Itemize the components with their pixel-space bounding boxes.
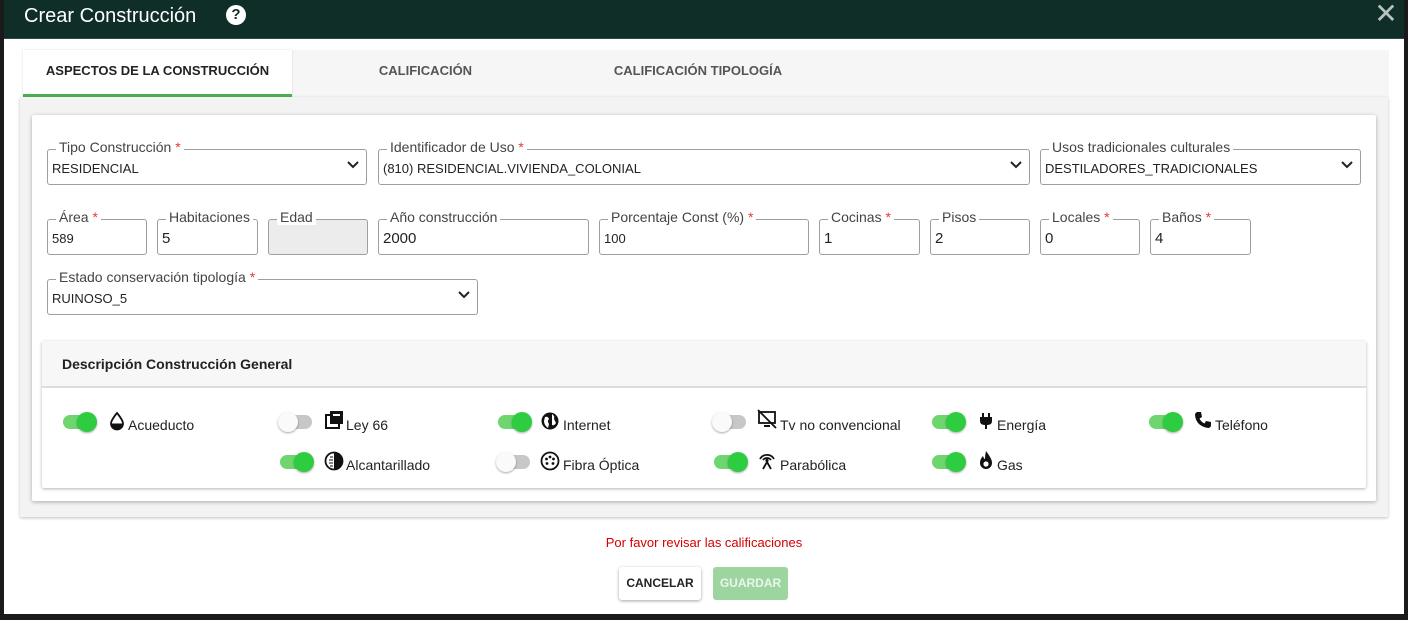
library-books-icon bbox=[325, 411, 343, 429]
habitaciones-value: 5 bbox=[162, 230, 171, 247]
gas-label: Gas bbox=[997, 457, 1023, 473]
area-input[interactable]: Área * 589 bbox=[47, 209, 147, 255]
descripcion-header: Descripción Construcción General bbox=[42, 341, 1366, 388]
tv-off-icon bbox=[757, 409, 777, 429]
porcentaje-const-input[interactable]: Porcentaje Const (%) * 100 bbox=[599, 209, 809, 255]
chevron-down-icon bbox=[347, 161, 359, 169]
pisos-input[interactable]: Pisos 2 bbox=[930, 209, 1030, 255]
power-plug-icon bbox=[980, 413, 992, 429]
phone-icon bbox=[1195, 412, 1211, 428]
habitaciones-label: Habitaciones bbox=[166, 209, 253, 225]
internet-toggle[interactable] bbox=[496, 412, 532, 432]
close-icon[interactable]: ✕ bbox=[1374, 0, 1398, 28]
area-value: 589 bbox=[52, 231, 74, 246]
identificador-uso-value: (810) RESIDENCIAL.VIVIENDA_COLONIAL bbox=[383, 161, 641, 176]
required-marker: * bbox=[885, 209, 891, 225]
banos-label: Baños bbox=[1162, 209, 1202, 225]
required-marker: * bbox=[518, 139, 524, 155]
tab-aspectos-construccion[interactable]: ASPECTOS DE LA CONSTRUCCIÓN bbox=[23, 50, 292, 97]
validation-warning: Por favor revisar las calificaciones bbox=[605, 535, 803, 550]
gas-toggle[interactable] bbox=[930, 452, 966, 472]
usos-tradicionales-select[interactable]: Usos tradicionales culturales DESTILADOR… bbox=[1040, 139, 1361, 185]
save-button: GUARDAR bbox=[713, 567, 788, 600]
tipo-construccion-label: Tipo Construcción bbox=[59, 139, 172, 155]
acueducto-label: Acueducto bbox=[128, 417, 195, 433]
edad-label: Edad bbox=[277, 209, 316, 225]
locales-input[interactable]: Locales * 0 bbox=[1040, 209, 1140, 255]
edad-input: Edad bbox=[268, 209, 368, 255]
tipo-construccion-select[interactable]: Tipo Construcción * RESIDENCIAL bbox=[47, 139, 367, 185]
porcentaje-const-label: Porcentaje Const (%) bbox=[611, 209, 745, 225]
fiber-connector-icon bbox=[540, 451, 560, 471]
porcentaje-const-value: 100 bbox=[604, 231, 626, 246]
telefono-toggle[interactable] bbox=[1147, 412, 1183, 432]
cocinas-label: Cocinas bbox=[831, 209, 882, 225]
parabolica-toggle[interactable] bbox=[712, 452, 748, 472]
tab-calificacion-tipologia[interactable]: CALIFICACIÓN TIPOLOGÍA bbox=[588, 50, 808, 97]
alcantarillado-toggle[interactable] bbox=[278, 452, 314, 472]
energia-label: Energía bbox=[997, 417, 1047, 433]
antenna-icon bbox=[759, 453, 775, 470]
chevron-down-icon bbox=[1010, 161, 1022, 169]
chevron-down-icon bbox=[458, 291, 470, 299]
pisos-value: 2 bbox=[935, 230, 944, 247]
required-marker: * bbox=[249, 269, 256, 285]
anio-construccion-value: 2000 bbox=[383, 230, 417, 247]
descripcion-construccion-card: Descripción Construcción General Acueduc… bbox=[42, 341, 1366, 488]
ley-66-toggle[interactable] bbox=[278, 412, 314, 432]
anio-construccion-label: Año construcción bbox=[387, 209, 501, 225]
anio-construccion-input[interactable]: Año construcción 2000 bbox=[378, 209, 589, 255]
pisos-label: Pisos bbox=[939, 209, 980, 225]
required-marker: * bbox=[1104, 209, 1110, 225]
flame-icon bbox=[980, 451, 992, 469]
estado-conservacion-select[interactable]: Estado conservación tipología * RUINOSO_… bbox=[47, 269, 478, 315]
energia-toggle[interactable] bbox=[930, 412, 966, 432]
telefono-label: Teléfono bbox=[1215, 417, 1268, 433]
locales-label: Locales bbox=[1052, 209, 1101, 225]
banos-value: 4 bbox=[1155, 230, 1164, 247]
area-label: Área bbox=[59, 209, 89, 225]
required-marker: * bbox=[92, 209, 98, 225]
estado-conservacion-label: Estado conservación tipología bbox=[59, 269, 246, 285]
alcantarillado-label: Alcantarillado bbox=[346, 457, 431, 473]
required-marker: * bbox=[175, 139, 181, 155]
globe-icon bbox=[541, 412, 559, 430]
help-icon[interactable]: ? bbox=[226, 5, 246, 25]
construction-form-card: Tipo Construcción * RESIDENCIAL Identifi… bbox=[32, 115, 1376, 501]
required-marker: * bbox=[1205, 209, 1212, 225]
estado-conservacion-value: RUINOSO_5 bbox=[52, 291, 128, 306]
usos-tradicionales-label: Usos tradicionales culturales bbox=[1049, 139, 1234, 155]
tipo-construccion-value: RESIDENCIAL bbox=[52, 161, 139, 176]
tab-panel: Tipo Construcción * RESIDENCIAL Identifi… bbox=[20, 97, 1388, 517]
required-marker: * bbox=[747, 209, 754, 225]
contrast-icon bbox=[324, 451, 344, 471]
usos-tradicionales-value: DESTILADORES_TRADICIONALES bbox=[1045, 161, 1258, 176]
cocinas-value: 1 bbox=[824, 230, 833, 247]
descripcion-title: Descripción Construcción General bbox=[62, 356, 293, 372]
internet-label: Internet bbox=[563, 417, 611, 433]
fibra-optica-label: Fibra Óptica bbox=[563, 457, 640, 473]
identificador-uso-label: Identificador de Uso bbox=[390, 139, 515, 155]
identificador-uso-select[interactable]: Identificador de Uso * (810) RESIDENCIAL… bbox=[378, 139, 1030, 185]
locales-value: 0 bbox=[1045, 230, 1054, 247]
tab-calificacion[interactable]: CALIFICACIÓN bbox=[323, 50, 528, 97]
chevron-down-icon bbox=[1341, 161, 1353, 169]
habitaciones-input[interactable]: Habitaciones 5 bbox=[157, 209, 258, 255]
ley-66-label: Ley 66 bbox=[346, 417, 389, 433]
dialog-titlebar: Crear Construcción ? ✕ bbox=[4, 0, 1404, 39]
water-drop-icon bbox=[110, 411, 124, 431]
cocinas-input[interactable]: Cocinas * 1 bbox=[819, 209, 920, 255]
acueducto-toggle[interactable] bbox=[61, 412, 97, 432]
tv-no-convencional-toggle[interactable] bbox=[712, 412, 748, 432]
parabolica-label: Parabólica bbox=[780, 457, 847, 473]
crear-construccion-dialog: Crear Construcción ? ✕ ASPECTOS DE LA CO… bbox=[4, 0, 1404, 614]
fibra-optica-toggle[interactable] bbox=[496, 452, 532, 472]
tab-bar: ASPECTOS DE LA CONSTRUCCIÓN CALIFICACIÓN… bbox=[23, 50, 1389, 97]
banos-input[interactable]: Baños * 4 bbox=[1150, 209, 1251, 255]
dialog-title: Crear Construcción bbox=[24, 5, 197, 27]
cancel-button[interactable]: CANCELAR bbox=[619, 567, 701, 600]
tv-no-convencional-label: Tv no convencional bbox=[780, 417, 901, 433]
